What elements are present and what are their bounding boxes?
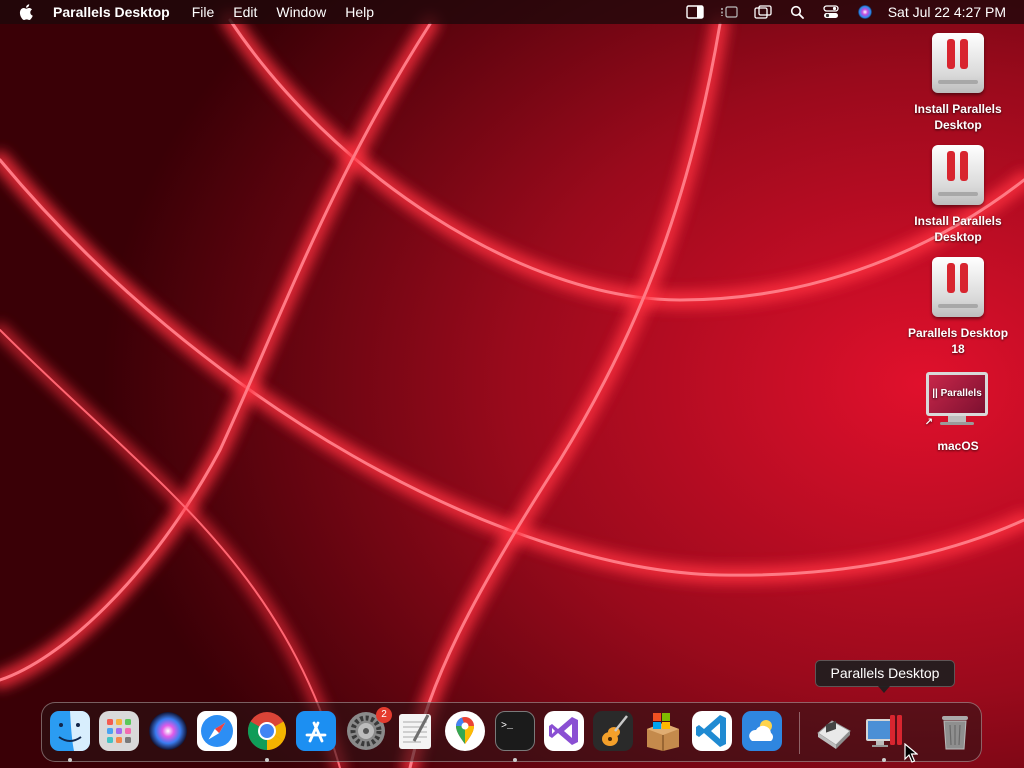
running-indicator (68, 758, 72, 762)
app-menu-parallels-desktop[interactable]: Parallels Desktop (53, 0, 170, 24)
menu-bar-clock[interactable]: Sat Jul 22 4:27 PM (888, 4, 1006, 20)
sidebar-icon[interactable] (686, 4, 704, 20)
desktop-icon-label: Install Parallels Desktop (914, 214, 1002, 244)
menu-window[interactable]: Window (276, 0, 326, 24)
virtual-machine-icon: || Parallels ↗ (925, 370, 988, 434)
terminal-icon[interactable]: >_ (495, 711, 535, 751)
menu-edit[interactable]: Edit (233, 0, 257, 24)
svg-text:>_: >_ (501, 721, 514, 732)
desktop-icon-install-parallels-desktop-2[interactable]: Install Parallels Desktop (903, 145, 1013, 245)
parallels-control-center-icon[interactable] (814, 711, 854, 751)
spotlight-search-icon[interactable] (788, 4, 806, 20)
alias-arrow-icon: ↗ (924, 417, 934, 428)
menu-bar: Parallels Desktop File Edit Window Help … (0, 0, 1024, 24)
siri-icon[interactable] (856, 4, 874, 20)
windows-installer-package-icon[interactable] (643, 711, 683, 751)
parallels-desktop-icon[interactable] (864, 711, 904, 751)
app-store-icon[interactable] (296, 711, 336, 751)
menu-file[interactable]: File (192, 0, 215, 24)
desktop-icon-macos-vm[interactable]: || Parallels ↗ macOS (903, 370, 1013, 454)
chrome-icon[interactable] (247, 711, 287, 751)
disk-image-icon (930, 257, 986, 321)
garageband-icon[interactable] (593, 711, 633, 751)
google-maps-icon[interactable] (445, 711, 485, 751)
notification-badge: 2 (376, 707, 392, 723)
desktop-icon-label: Install Parallels Desktop (914, 102, 1002, 132)
stage-manager-icon[interactable] (720, 4, 738, 20)
vscode-icon[interactable] (692, 711, 732, 751)
running-indicator (882, 758, 886, 762)
display-mirroring-icon[interactable] (754, 4, 772, 20)
running-indicator (265, 758, 269, 762)
desktop-icon-install-parallels-desktop-1[interactable]: Install Parallels Desktop (903, 33, 1013, 133)
trash-icon[interactable] (935, 711, 975, 751)
mouse-cursor-icon (904, 743, 918, 763)
dock: 2 >_ (41, 702, 982, 762)
desktop-icon-parallels-desktop-18[interactable]: Parallels Desktop 18 (903, 257, 1013, 357)
launchpad-icon[interactable] (99, 711, 139, 751)
system-settings-icon[interactable]: 2 (346, 707, 392, 751)
finder-icon[interactable] (50, 711, 90, 751)
siri-icon[interactable] (148, 711, 188, 751)
menu-help[interactable]: Help (345, 0, 374, 24)
desktop-wallpaper (0, 0, 1024, 768)
control-center-icon[interactable] (822, 4, 840, 20)
desktop-icon-label: macOS (937, 439, 979, 453)
disk-image-icon (930, 145, 986, 209)
dock-tooltip: Parallels Desktop (815, 660, 955, 693)
weather-icon[interactable] (742, 711, 782, 751)
visual-studio-icon[interactable] (544, 711, 584, 751)
textedit-icon[interactable] (395, 711, 435, 751)
disk-image-icon (930, 33, 986, 97)
safari-icon[interactable] (197, 711, 237, 751)
desktop-icon-label: Parallels Desktop 18 (907, 326, 1009, 356)
running-indicator (513, 758, 517, 762)
apple-menu-icon[interactable] (19, 4, 33, 20)
dock-separator (799, 712, 800, 754)
